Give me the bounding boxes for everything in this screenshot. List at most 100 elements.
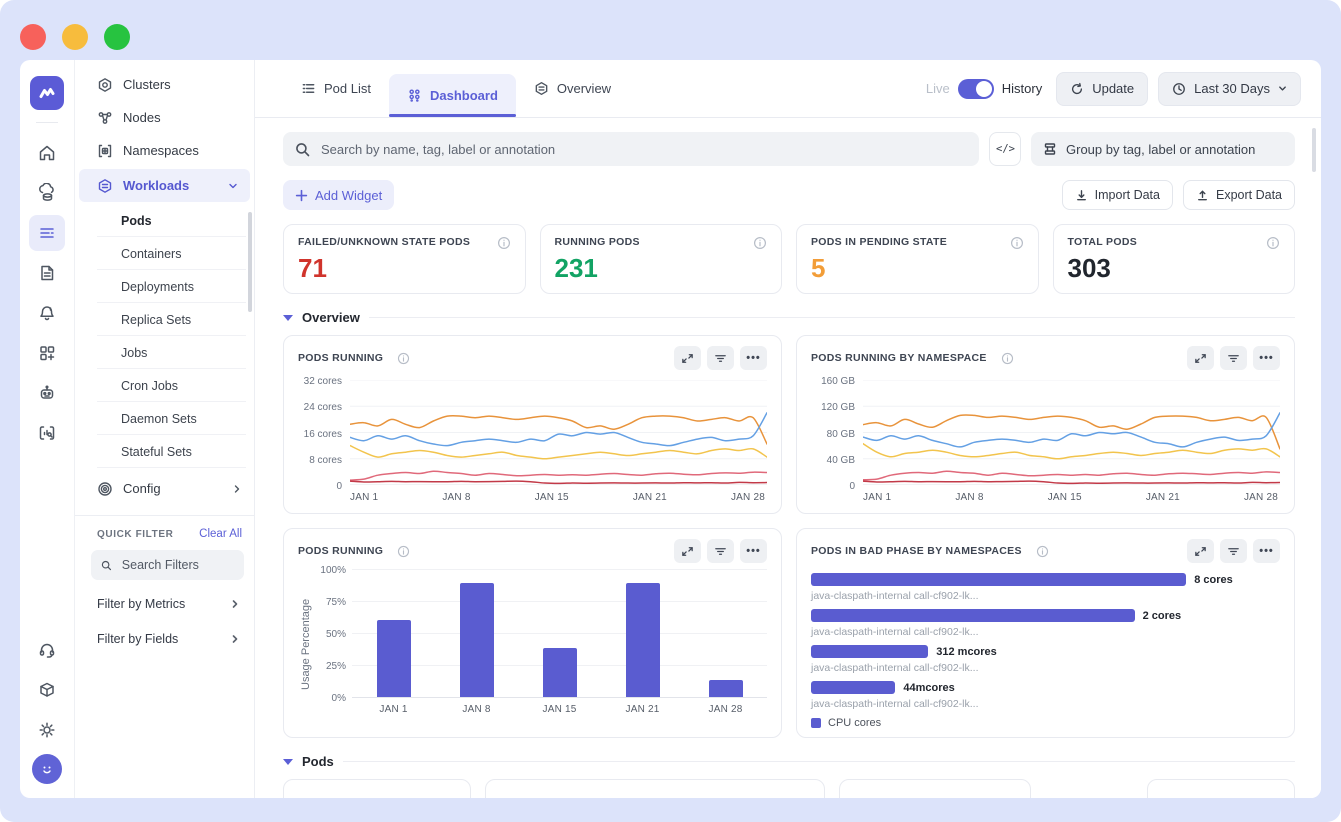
- expand-chart-button[interactable]: [1187, 346, 1214, 370]
- filter-chart-button[interactable]: [707, 346, 734, 370]
- sidebar-scrollbar[interactable]: [248, 212, 252, 312]
- group-by-field[interactable]: Group by tag, label or annotation: [1031, 132, 1295, 166]
- main-area: Pod List Dashboard Overview Live History: [255, 60, 1321, 798]
- query-syntax-button[interactable]: </>: [989, 132, 1021, 166]
- sidebar-item-label: Namespaces: [123, 143, 199, 158]
- chart-title: PODS RUNNING: [298, 545, 383, 557]
- workloads-list-icon[interactable]: [29, 215, 65, 251]
- minimize-window-button[interactable]: [62, 24, 88, 50]
- sidebar-item-label: Config: [123, 481, 161, 496]
- integrations-box-icon[interactable]: [29, 672, 65, 708]
- maximize-window-button[interactable]: [104, 24, 130, 50]
- filter-icon: [1227, 352, 1240, 365]
- info-icon[interactable]: [1036, 545, 1049, 558]
- tab-pod-list[interactable]: Pod List: [283, 67, 389, 110]
- group-icon: [1043, 142, 1057, 156]
- sidebar-subitem-label: Jobs: [121, 346, 147, 360]
- expand-icon: [1194, 545, 1207, 558]
- rail-divider: [36, 122, 58, 123]
- filter-label: Filter by Fields: [97, 632, 178, 646]
- chart-more-button[interactable]: •••: [1253, 346, 1280, 370]
- info-icon[interactable]: [1266, 236, 1280, 250]
- chart-pods-running-line: PODS RUNNING ••• 32 cores24 cores16 core…: [283, 335, 782, 514]
- search-filters-input[interactable]: [120, 557, 234, 573]
- export-data-button[interactable]: Export Data: [1183, 180, 1295, 210]
- sidebar-item-cron-jobs[interactable]: Cron Jobs: [75, 369, 254, 402]
- profiling-icon[interactable]: [29, 415, 65, 451]
- collapse-overview-icon[interactable]: [283, 315, 293, 321]
- legend-label: CPU cores: [828, 717, 881, 729]
- filter-by-metrics[interactable]: Filter by Metrics: [75, 586, 254, 621]
- support-headset-icon[interactable]: [29, 632, 65, 668]
- content-scrollbar[interactable]: [1312, 128, 1316, 172]
- time-range-dropdown[interactable]: Last 30 Days: [1158, 72, 1301, 106]
- chart-more-button[interactable]: •••: [740, 346, 767, 370]
- filter-chart-button[interactable]: [707, 539, 734, 563]
- documents-icon[interactable]: [29, 255, 65, 291]
- tab-overview[interactable]: Overview: [516, 67, 629, 110]
- sidebar-item-namespaces[interactable]: Namespaces: [75, 134, 254, 167]
- add-widget-button[interactable]: Add Widget: [283, 180, 394, 210]
- expand-chart-button[interactable]: [1187, 539, 1214, 563]
- sidebar-item-nodes[interactable]: Nodes: [75, 101, 254, 134]
- stat-pending-pods: PODS IN PENDING STATE 5: [796, 224, 1039, 294]
- collapse-pods-icon[interactable]: [283, 759, 293, 765]
- info-icon[interactable]: [1001, 352, 1014, 365]
- quick-filter-search[interactable]: [91, 550, 244, 580]
- close-window-button[interactable]: [20, 24, 46, 50]
- sidebar-subitem-label: Cron Jobs: [121, 379, 178, 393]
- info-icon[interactable]: [1010, 236, 1024, 250]
- import-data-button[interactable]: Import Data: [1062, 180, 1173, 210]
- update-button[interactable]: Update: [1056, 72, 1148, 106]
- filter-chart-button[interactable]: [1220, 346, 1247, 370]
- cloud-resources-icon[interactable]: [29, 175, 65, 211]
- pods-card-stub: [485, 779, 825, 798]
- chart-more-button[interactable]: •••: [1253, 539, 1280, 563]
- hbar-row: 8 coresjava-claspath-internal call-cf902…: [811, 573, 1280, 602]
- assistant-robot-icon[interactable]: [29, 375, 65, 411]
- add-widgets-icon[interactable]: [29, 335, 65, 371]
- settings-gear-icon[interactable]: [29, 712, 65, 748]
- sidebar-item-config[interactable]: Config: [75, 472, 254, 505]
- sidebar-item-workloads[interactable]: Workloads: [79, 169, 250, 202]
- sidebar-item-stateful-sets[interactable]: Stateful Sets: [75, 435, 254, 468]
- update-label: Update: [1092, 81, 1134, 96]
- live-history-toggle[interactable]: [958, 79, 994, 99]
- sidebar-item-jobs[interactable]: Jobs: [75, 336, 254, 369]
- expand-chart-button[interactable]: [674, 346, 701, 370]
- chart-title: PODS RUNNING: [298, 352, 383, 364]
- plus-icon: [295, 189, 308, 202]
- chart-more-button[interactable]: •••: [740, 539, 767, 563]
- info-icon[interactable]: [753, 236, 767, 250]
- info-icon[interactable]: [397, 545, 410, 558]
- sidebar-item-containers[interactable]: Containers: [75, 237, 254, 270]
- sidebar-item-deployments[interactable]: Deployments: [75, 270, 254, 303]
- filter-chart-button[interactable]: [1220, 539, 1247, 563]
- hbar-value: 8 cores: [1194, 574, 1233, 586]
- sidebar-item-daemon-sets[interactable]: Daemon Sets: [75, 402, 254, 435]
- tab-dashboard[interactable]: Dashboard: [389, 74, 516, 117]
- clock-icon: [1172, 82, 1186, 96]
- stat-running-pods: RUNNING PODS 231: [540, 224, 783, 294]
- import-label: Import Data: [1095, 188, 1160, 202]
- info-icon[interactable]: [397, 352, 410, 365]
- sidebar-item-clusters[interactable]: Clusters: [75, 68, 254, 101]
- ellipsis-icon: •••: [746, 353, 761, 364]
- alerts-bell-icon[interactable]: [29, 295, 65, 331]
- hbar-row: 312 mcoresjava-claspath-internal call-cf…: [811, 645, 1280, 674]
- user-avatar[interactable]: [32, 754, 62, 784]
- home-icon[interactable]: [29, 135, 65, 171]
- clear-all-button[interactable]: Clear All: [199, 528, 242, 540]
- brand-logo[interactable]: [30, 76, 64, 110]
- sidebar-item-replica-sets[interactable]: Replica Sets: [75, 303, 254, 336]
- filter-by-fields[interactable]: Filter by Fields: [75, 621, 254, 656]
- section-title-pods: Pods: [302, 754, 334, 769]
- list-icon: [301, 81, 316, 96]
- stat-label: TOTAL PODS: [1068, 236, 1138, 248]
- search-input[interactable]: [319, 141, 967, 158]
- info-icon[interactable]: [497, 236, 511, 250]
- expand-chart-button[interactable]: [674, 539, 701, 563]
- sidebar-item-pods[interactable]: Pods: [75, 204, 254, 237]
- search-field[interactable]: [283, 132, 979, 166]
- section-title-overview: Overview: [302, 310, 360, 325]
